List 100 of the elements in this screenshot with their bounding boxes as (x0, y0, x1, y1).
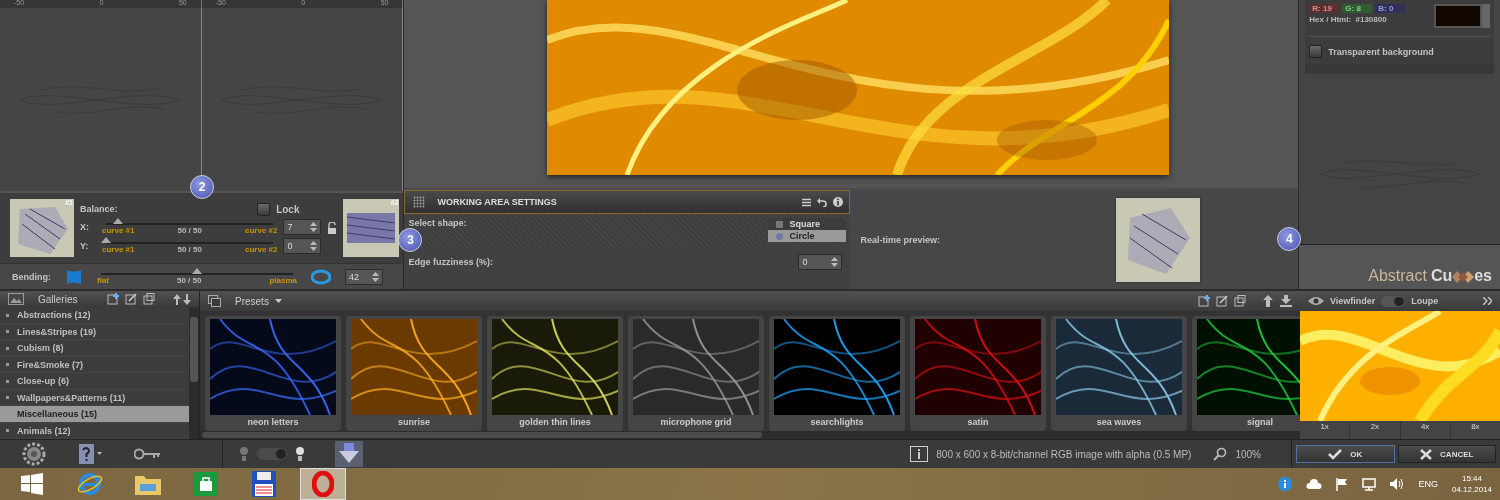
lightbulb-off-icon (239, 446, 249, 463)
edit-icon[interactable] (125, 293, 137, 306)
copy-icon[interactable] (143, 293, 155, 306)
gallery-item[interactable]: Close-up (6) (0, 373, 189, 390)
info-icon[interactable] (833, 197, 844, 207)
axis-label: Y: (80, 240, 90, 251)
select-shape-label: Select shape: (408, 218, 467, 228)
slider-max-label: curve #2 (245, 244, 278, 254)
preset-name: microphone grid (660, 417, 732, 428)
preset-name: golden thin lines (519, 417, 591, 428)
presets-icon (208, 295, 221, 308)
spinner-arrows-icon[interactable] (831, 257, 839, 267)
key-icon[interactable] (134, 448, 160, 461)
logo-text: Cu (1430, 267, 1453, 286)
search-icon (1213, 447, 1228, 462)
slider-min-label: flat (97, 275, 109, 285)
number-field[interactable]: 7 (283, 218, 322, 235)
zoom-level: 100% (1235, 448, 1261, 460)
toggle-switch[interactable] (1381, 295, 1406, 307)
preset-name: signal (1247, 417, 1273, 428)
slider-value-label: 50 / 50 (177, 225, 202, 235)
preset-card[interactable]: searchlights (769, 316, 905, 432)
preset-name: satin (967, 417, 989, 428)
slider-thumb[interactable] (112, 217, 123, 224)
transparent-background-label: Transparent background (1328, 46, 1434, 57)
download-icon[interactable] (1280, 295, 1292, 308)
cancel-button[interactable]: CANCEL (1397, 445, 1496, 464)
preset-card[interactable]: satin (910, 316, 1046, 432)
edge-fuzziness-label: Edge fuzziness (%): (408, 257, 493, 267)
scrollbar[interactable] (189, 307, 199, 440)
lock-label: Lock (276, 203, 300, 215)
slider-value-label: 50 / 50 (176, 275, 202, 285)
edit-icon[interactable] (1216, 295, 1228, 308)
cloud-icon[interactable] (1306, 479, 1323, 489)
sort-arrows-icon[interactable] (173, 293, 191, 305)
toggle-switch[interactable] (257, 448, 287, 461)
add-icon[interactable] (1198, 295, 1210, 308)
presets-dropdown[interactable]: Presets (235, 295, 269, 307)
number-field[interactable]: 0 (798, 254, 843, 270)
color-swatch[interactable] (1434, 4, 1482, 28)
help-icon[interactable] (78, 443, 102, 466)
clock-date[interactable]: 04.12.2014 (1451, 485, 1492, 494)
axis-label: X: (80, 221, 90, 232)
real-time-preview-label: Real-time preview: (860, 234, 940, 245)
spinner-arrows-icon[interactable] (310, 240, 318, 251)
preset-card[interactable]: microphone grid (628, 316, 764, 432)
slider-thumb[interactable] (101, 236, 111, 243)
upload-icon[interactable] (1262, 295, 1274, 308)
lightbulb-on-icon (295, 446, 305, 463)
info-icon (910, 446, 929, 463)
undo-icon[interactable] (817, 197, 828, 207)
preset-card[interactable]: signal (1192, 316, 1300, 432)
caret-icon[interactable] (274, 299, 282, 304)
scrollbar[interactable] (200, 431, 1300, 440)
number-field[interactable]: 0 (283, 237, 322, 254)
ok-button[interactable]: OK (1296, 445, 1395, 464)
zoom-button[interactable]: 2x (1350, 421, 1400, 440)
flat-sheet-icon (65, 267, 83, 286)
preset-card[interactable]: golden thin lines (487, 316, 623, 432)
apply-arrow-button[interactable] (335, 441, 363, 468)
info-icon[interactable] (1278, 477, 1293, 491)
zoom-button[interactable]: 4x (1400, 421, 1450, 440)
spinner-arrows-icon[interactable] (372, 271, 379, 282)
gallery-item[interactable]: Cubism (8) (0, 340, 189, 357)
shape-option[interactable]: Circle (768, 230, 847, 242)
slider-min-label: curve #1 (102, 244, 135, 254)
lock-checkbox[interactable] (257, 202, 271, 216)
slider-min-label: curve #1 (102, 225, 135, 235)
preset-card[interactable]: sea waves (1051, 316, 1187, 432)
letter-o-icon[interactable] (300, 468, 346, 500)
zoom-button[interactable]: 1x (1300, 421, 1350, 440)
shape-option[interactable]: Square (768, 218, 847, 230)
padlock-icon[interactable] (327, 222, 338, 234)
flag-icon[interactable] (1336, 477, 1349, 491)
channel-value: B: 0 (1375, 4, 1406, 13)
add-icon[interactable] (107, 293, 119, 306)
number-field[interactable]: 42 (345, 268, 383, 285)
galleries-title: Galleries (38, 293, 78, 305)
preset-card[interactable]: sunrise (346, 316, 482, 432)
checkbox[interactable] (1309, 45, 1323, 58)
slider-max-label: plasma (269, 275, 297, 285)
clock-time[interactable]: 15:44 (1461, 474, 1482, 483)
expand-icon[interactable] (1483, 297, 1492, 306)
copy-icon[interactable] (1234, 295, 1246, 308)
preset-card[interactable]: neon letters (205, 316, 341, 432)
gallery-item[interactable]: Miscellaneous (15) (0, 406, 189, 423)
slider-thumb[interactable] (192, 267, 202, 274)
spinner-arrows-icon[interactable] (310, 221, 318, 232)
settings-icon[interactable] (22, 442, 46, 467)
bending-label: Bending: (12, 271, 51, 282)
speaker-icon[interactable] (1390, 478, 1405, 490)
menu-icon[interactable] (802, 197, 812, 207)
slider-max-label: curve #2 (245, 225, 278, 235)
preset-name: sunrise (398, 417, 430, 428)
balance-label: Balance: (80, 204, 118, 214)
language-indicator[interactable]: ENG (1418, 479, 1438, 489)
network-icon[interactable] (1362, 477, 1377, 491)
logo-cubes-icon (1452, 269, 1475, 286)
zoom-button[interactable]: 8x (1450, 421, 1500, 440)
gallery-item[interactable]: Abstractions (12) (0, 307, 189, 324)
